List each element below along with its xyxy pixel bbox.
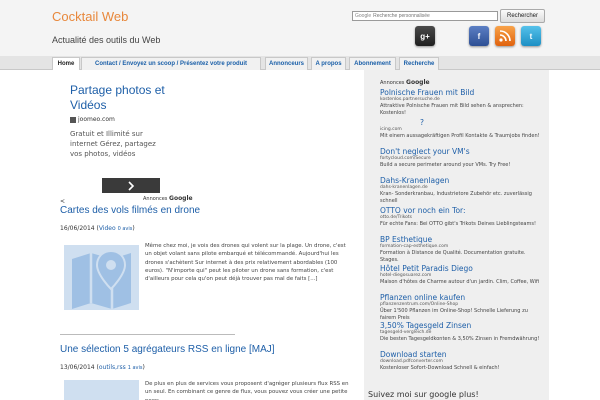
site-favicon-icon [70,116,76,123]
sidebar-ad-title[interactable]: Polnische Frauen mit Bild [380,88,540,97]
site-header: Cocktail Web Actualité des outils du Web… [0,0,600,56]
ads-label-brand: Google [406,79,430,86]
ads-by-google-label[interactable]: Annonces Google [143,195,193,202]
ad-domain[interactable]: joomeo.com [70,116,115,123]
sidebar-ad-title[interactable]: OTTO vor noch ein Tor: [380,206,540,215]
ads-label-prefix: Annonces [143,196,168,202]
post-meta: 16/06/2014 (Video 0 avis) [60,225,135,232]
ads-label-prefix: Annonces [380,80,405,86]
post-excerpt: Même chez moi, je vois des drones qui vo… [145,243,346,283]
sidebar-ad-title[interactable]: Pflanzen online kaufen [380,293,540,302]
ad-description: Gratuit et Illimité sur internet Gérez, … [70,130,156,158]
main-navigation: Home Contact / Envoyez un scoop / Présen… [0,56,600,70]
sidebar-ad-desc: Für echte Fans: Bei OTTO gibt's Trikots … [380,221,536,227]
ad-next-button[interactable] [102,178,160,193]
facebook-icon[interactable]: f [469,26,489,46]
tab-annonceurs[interactable]: Annonceurs [265,57,308,70]
sidebar-ad-desc: Formation à Distance de Qualité. Documen… [380,250,526,263]
post-excerpt: De plus en plus de services vous propose… [145,381,349,400]
sidebar-ad-desc: Über 1'500 Pflanzen im Online-Shop! Schn… [380,308,528,321]
sidebar-ad[interactable]: Dahs-Kranenlagen dahs-kranenlagen.de Kra… [380,176,540,204]
sidebar-ad-desc: Kran- Sonderkranbau, Industrietore Zubeh… [380,191,532,204]
sidebar-ad[interactable]: Pflanzen online kaufen pflanzenzentrum.c… [380,293,540,321]
sidebar-ad-desc: Attraktive Polnische Frauen mit Bild seh… [380,103,524,116]
search-button[interactable]: Rechercher [500,9,545,23]
tab-recherche[interactable]: Recherche [399,57,439,70]
post-comment-count[interactable]: 1 avis [128,365,143,371]
sidebar-ad-desc: Mit einem aussagekräftigen Profil Kontak… [380,133,540,139]
post-title[interactable]: Cartes des vols filmés en drone [60,205,200,216]
sidebar-ad[interactable]: Hôtel Petit Paradis Diego hotel-diegosua… [380,264,540,286]
sidebar-ad-desc: Die besten Tagesgeldkonten & 3,50% Zinse… [380,336,540,342]
sidebar-ad-title[interactable]: Don't neglect your VM's [380,147,540,156]
ad-domain-label: joomeo.com [78,116,115,123]
tab-home[interactable]: Home [52,57,80,70]
sidebar-ad-desc: Maison d'hôtes de Charme autour d'un jar… [380,279,540,285]
site-title[interactable]: Cocktail Web [52,9,128,24]
post-thumbnail[interactable] [64,245,139,310]
ad-title[interactable]: Partage photos et Vidéos [70,83,200,113]
post-title[interactable]: Une sélection 5 agrégateurs RSS en ligne… [60,344,275,355]
sidebar-ad[interactable]: OTTO vor noch ein Tor: otto.de/Trikots F… [380,206,540,228]
sidebar-ad[interactable]: Polnische Frauen mit Bild kostenlos.part… [380,88,540,116]
google-plus-icon[interactable]: g+ [415,26,435,46]
tab-contact[interactable]: Contact / Envoyez un scoop / Présentez v… [81,57,261,70]
post-date: 16/06/2014 ( [60,225,99,232]
post-meta: 13/06/2014 (outils,rss 1 avis) [60,364,145,371]
ad-prev-button[interactable]: < [60,198,65,205]
tab-abonnement[interactable]: Abonnement [349,57,396,70]
post-thumbnail[interactable] [64,380,139,400]
sidebar-ad[interactable]: Don't neglect your VM's fortycloud.com/S… [380,147,540,169]
post-divider [60,334,235,335]
site-tagline: Actualité des outils du Web [52,35,161,45]
sidebar-ad[interactable]: BP Esthetique formation-cap-esthetique.c… [380,235,540,263]
ads-label-brand: Google [169,195,193,202]
sidebar-ad-title[interactable]: ? [380,118,540,127]
post-category-link[interactable]: Video [99,225,116,232]
sidebar-ad[interactable]: ? icing.com Mit einem aussagekräftigen P… [380,118,540,140]
twitter-icon[interactable]: t [521,26,541,46]
tab-a-propos[interactable]: A propos [311,57,346,70]
sidebar-ad-title[interactable]: 3,50% Tagesgeld Zinsen [380,321,540,330]
sidebar-ads-label[interactable]: Annonces Google [380,79,430,86]
search-field[interactable]: Google [352,11,498,21]
post-category-link[interactable]: outils,rss [99,364,126,371]
sidebar-ad-desc: Build a secure perimeter around your VMs… [380,162,511,168]
sidebar-ad-title[interactable]: BP Esthetique [380,235,540,244]
post-meta-close: ) [132,225,135,232]
map-pin-icon [72,249,131,309]
post-meta-close: ) [142,364,145,371]
sidebar-ad[interactable]: Download starten download.pdfconverter.c… [380,350,540,372]
sidebar-ad-title[interactable]: Download starten [380,350,540,359]
chevron-right-icon [128,180,135,191]
post-comment-count[interactable]: 0 avis [118,226,133,232]
sidebar-ad-title[interactable]: Hôtel Petit Paradis Diego [380,264,540,273]
search-input[interactable] [373,13,474,19]
google-logo: Google [355,13,372,19]
google-plus-follow-heading: Suivez moi sur google plus! [368,390,479,399]
rss-icon[interactable] [495,26,515,46]
sidebar-ad[interactable]: 3,50% Tagesgeld Zinsen tagesgeld-verglei… [380,321,540,343]
sidebar-ad-title[interactable]: Dahs-Kranenlagen [380,176,540,185]
sidebar-ad-desc: Kostenloser Sofort-Download Schnell & ei… [380,365,500,371]
post-date: 13/06/2014 ( [60,364,99,371]
